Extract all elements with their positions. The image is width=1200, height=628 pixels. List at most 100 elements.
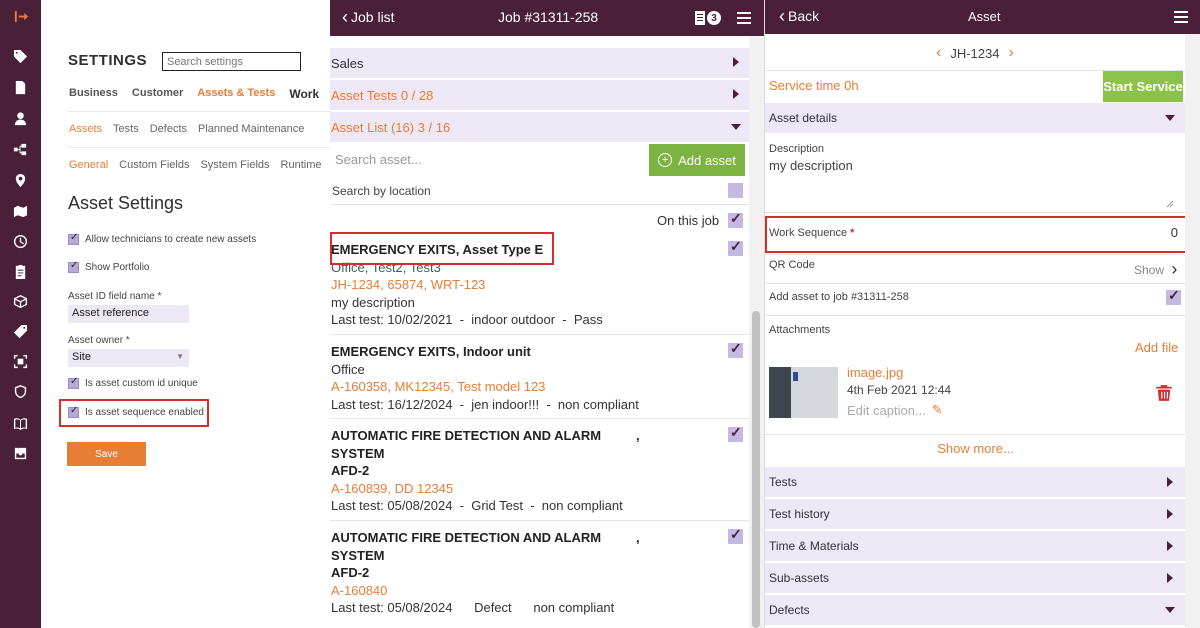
attachment-caption[interactable]: Edit caption... ✎ bbox=[847, 402, 943, 418]
time-materials-section[interactable]: Time & Materials bbox=[765, 531, 1185, 561]
description-value: my description bbox=[769, 158, 853, 173]
asset-checkbox[interactable] bbox=[728, 238, 743, 256]
show-portfolio-option[interactable]: Show Portfolio bbox=[68, 260, 150, 273]
tab-business[interactable]: Business bbox=[69, 87, 118, 101]
job-sheet-badge[interactable]: 3 bbox=[695, 9, 721, 27]
on-this-job-label: On this job bbox=[657, 213, 720, 228]
description-field[interactable]: Description my description bbox=[765, 133, 1186, 213]
subtab-planned-maintenance[interactable]: Planned Maintenance bbox=[198, 123, 304, 135]
subtab-defects[interactable]: Defects bbox=[150, 123, 187, 135]
badge-count: 3 bbox=[707, 11, 721, 25]
thumbnail-shade bbox=[769, 367, 791, 418]
menu-icon[interactable] bbox=[1174, 11, 1188, 23]
clipboard-icon[interactable] bbox=[10, 261, 30, 281]
asset-location: Office bbox=[331, 361, 365, 377]
asset-list-section[interactable]: Asset List (16) 3 / 16 bbox=[330, 112, 749, 142]
chevron-left-icon[interactable]: ‹ bbox=[936, 44, 941, 62]
asset-last-test: Last test: 05/08/2024 - Grid Test - non … bbox=[331, 498, 623, 513]
allow-create-option[interactable]: Allow technicians to create new assets bbox=[68, 232, 256, 245]
asset-checkbox[interactable] bbox=[728, 340, 743, 358]
hierarchy-icon[interactable] bbox=[10, 139, 30, 159]
document-icon[interactable] bbox=[10, 77, 30, 97]
attachment-name[interactable]: image.jpg bbox=[847, 365, 903, 380]
map-icon[interactable] bbox=[10, 201, 30, 221]
attachment-thumbnail[interactable] bbox=[769, 367, 838, 418]
tests-section[interactable]: Tests bbox=[765, 467, 1185, 497]
inbox-icon[interactable] bbox=[10, 443, 30, 463]
asset-id-field[interactable]: Asset reference bbox=[68, 305, 189, 323]
tab-assets-tests[interactable]: Assets & Tests bbox=[197, 87, 275, 101]
save-button[interactable]: Save bbox=[67, 442, 146, 466]
asset-last-test: Last test: 10/02/2021 - indoor outdoor -… bbox=[331, 312, 603, 327]
highlight-box bbox=[59, 399, 209, 427]
scroll-thumb[interactable] bbox=[752, 311, 760, 628]
search-asset-input[interactable]: Search asset... bbox=[335, 152, 422, 167]
custom-id-unique-option[interactable]: Is asset custom id unique bbox=[68, 376, 198, 389]
test-history-section[interactable]: Test history bbox=[765, 499, 1185, 529]
asset-last-test: Last test: 05/08/2024 Defect non complia… bbox=[331, 600, 615, 615]
qr-show-link[interactable]: Show › bbox=[1134, 258, 1177, 279]
pencil-icon[interactable]: ✎ bbox=[932, 402, 943, 418]
tag-icon[interactable] bbox=[10, 46, 30, 66]
on-this-job-checkbox[interactable] bbox=[728, 210, 743, 228]
asset-tests-section[interactable]: Asset Tests 0 / 28 bbox=[330, 80, 749, 110]
cube-icon[interactable] bbox=[10, 291, 30, 311]
asset-checkbox[interactable] bbox=[728, 526, 743, 544]
trash-icon[interactable] bbox=[1155, 384, 1173, 402]
location-pin-icon[interactable] bbox=[10, 170, 30, 190]
shield-icon[interactable] bbox=[10, 381, 30, 401]
scrollbar[interactable] bbox=[1185, 34, 1200, 628]
scan-icon[interactable] bbox=[10, 351, 30, 371]
resize-handle-icon[interactable] bbox=[1166, 200, 1174, 208]
asset-list-item[interactable]: AUTOMATIC FIRE DETECTION AND ALARM SYSTE… bbox=[331, 427, 745, 515]
asset-owner-select[interactable]: Site ▼ bbox=[68, 349, 189, 367]
subtab-custom-fields[interactable]: Custom Fields bbox=[119, 159, 189, 171]
defects-section[interactable]: Defects bbox=[765, 595, 1185, 625]
document-icon bbox=[695, 11, 705, 25]
checkbox[interactable] bbox=[68, 260, 79, 273]
asset-description: my description bbox=[331, 294, 415, 310]
asset-checkbox[interactable] bbox=[728, 424, 743, 442]
tab-work[interactable]: Work bbox=[289, 87, 319, 101]
settings-search-input[interactable] bbox=[162, 52, 301, 71]
section-label: Tests bbox=[769, 475, 798, 489]
chevron-down-icon bbox=[731, 124, 741, 130]
subtab-runtime[interactable]: Runtime bbox=[281, 159, 322, 171]
section-label: Test history bbox=[769, 507, 830, 521]
sales-section[interactable]: Sales bbox=[330, 48, 749, 78]
book-icon[interactable] bbox=[10, 413, 30, 433]
sub-assets-section[interactable]: Sub-assets bbox=[765, 563, 1185, 593]
asset-list-item[interactable]: AUTOMATIC FIRE DETECTION AND ALARM SYSTE… bbox=[331, 529, 745, 617]
chevron-right-icon bbox=[1167, 541, 1173, 551]
subtab-assets[interactable]: Assets bbox=[69, 123, 102, 135]
scrollbar[interactable] bbox=[749, 36, 764, 628]
asset-ref: JH-1234 bbox=[950, 45, 1000, 61]
highlight-box bbox=[765, 216, 1190, 253]
back-button[interactable]: ‹ Back bbox=[779, 7, 819, 25]
checkbox[interactable] bbox=[68, 376, 79, 389]
chevron-right-icon[interactable]: › bbox=[1008, 44, 1013, 62]
menu-icon[interactable] bbox=[737, 12, 751, 24]
add-file-button[interactable]: Add file bbox=[1135, 340, 1178, 355]
add-to-job-checkbox[interactable] bbox=[1166, 287, 1181, 305]
tab-customer[interactable]: Customer bbox=[132, 87, 183, 101]
section-label: Sub-assets bbox=[769, 571, 830, 585]
start-service-button[interactable]: Start Service bbox=[1103, 71, 1183, 102]
back-button[interactable]: ‹ Job list bbox=[342, 8, 395, 26]
clock-icon[interactable] bbox=[10, 231, 30, 251]
job-title: Job #31311-258 bbox=[498, 9, 599, 25]
settings-subtabs-2: General Custom Fields System Fields Runt… bbox=[69, 159, 330, 171]
user-icon[interactable] bbox=[10, 108, 30, 128]
price-tag-icon[interactable] bbox=[10, 321, 30, 341]
search-by-location-checkbox[interactable] bbox=[728, 183, 743, 198]
add-asset-button[interactable]: + Add asset bbox=[649, 144, 745, 176]
subtab-general[interactable]: General bbox=[69, 159, 108, 171]
asset-details-section[interactable]: Asset details bbox=[765, 103, 1185, 133]
checkbox[interactable] bbox=[68, 232, 79, 245]
subtab-system-fields[interactable]: System Fields bbox=[200, 159, 269, 171]
logout-icon[interactable] bbox=[10, 6, 30, 26]
option-label: Show Portfolio bbox=[85, 262, 150, 273]
asset-list-item[interactable]: EMERGENCY EXITS, Indoor unit Office A-16… bbox=[331, 343, 745, 413]
subtab-tests[interactable]: Tests bbox=[113, 123, 139, 135]
show-more-link[interactable]: Show more... bbox=[765, 441, 1186, 456]
